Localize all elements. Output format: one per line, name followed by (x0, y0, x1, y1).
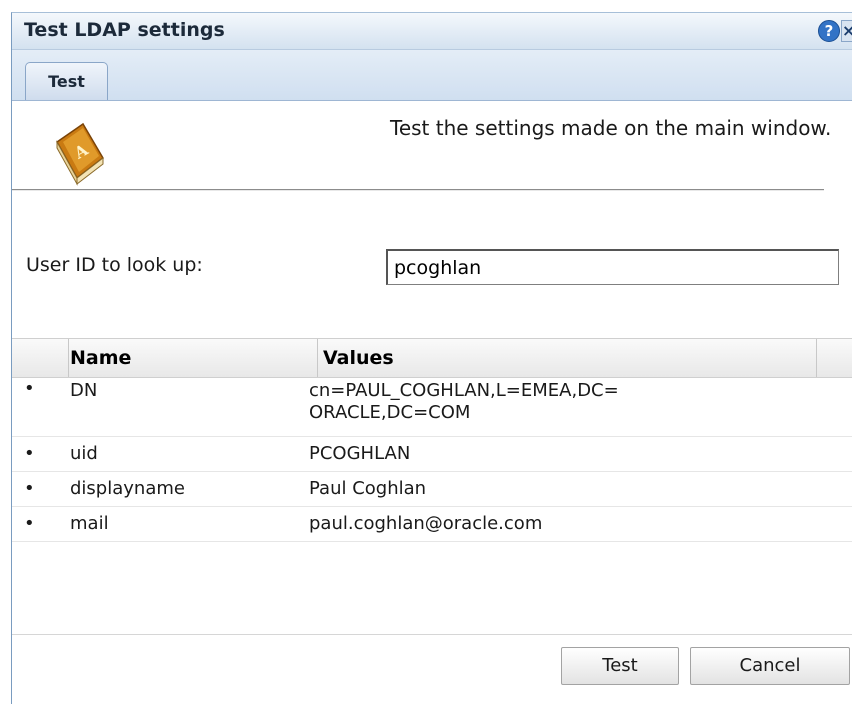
user-id-label: User ID to look up: (26, 254, 203, 276)
row-bullet: • (24, 443, 35, 464)
row-name: uid (70, 443, 98, 464)
cancel-button[interactable]: Cancel (690, 647, 850, 685)
footer-divider (12, 634, 852, 635)
close-icon[interactable]: × (841, 20, 852, 42)
table-row[interactable]: • mail paul.coghlan@oracle.com (12, 507, 852, 542)
row-value: PCOGHLAN (309, 443, 411, 464)
row-name: DN (70, 380, 98, 401)
row-bullet: • (24, 513, 35, 534)
description-text: Test the settings made on the main windo… (390, 116, 832, 140)
column-separator (317, 339, 318, 377)
results-table: Name Values • DN cn=PAUL_COGHLAN,L=EMEA,… (12, 338, 852, 542)
row-bullet: • (24, 478, 35, 499)
table-header: Name Values (12, 338, 852, 378)
column-header-values[interactable]: Values (323, 347, 394, 369)
tab-strip: Test (12, 50, 852, 101)
row-value: Paul Coghlan (309, 478, 427, 499)
row-name: displayname (70, 478, 185, 499)
column-separator (68, 339, 69, 377)
row-bullet: • (24, 378, 35, 399)
ldap-dialog: Test LDAP settings ? × Test A Test the s… (11, 12, 852, 704)
row-value: cn=PAUL_COGHLAN,L=EMEA,DC= ORACLE,DC=COM (309, 380, 619, 423)
table-row[interactable]: • uid PCOGHLAN (12, 437, 852, 472)
user-id-input[interactable] (386, 249, 839, 285)
dialog-title: Test LDAP settings (24, 19, 225, 41)
row-value: paul.coghlan@oracle.com (309, 513, 543, 534)
table-row[interactable]: • DN cn=PAUL_COGHLAN,L=EMEA,DC= ORACLE,D… (12, 378, 852, 437)
titlebar[interactable]: Test LDAP settings ? × (12, 13, 852, 50)
row-name: mail (70, 513, 109, 534)
tab-test[interactable]: Test (25, 62, 108, 100)
test-button[interactable]: Test (561, 647, 679, 685)
address-book-icon: A (56, 122, 104, 186)
column-header-name[interactable]: Name (70, 347, 131, 369)
help-icon[interactable]: ? (818, 20, 840, 42)
column-separator (816, 339, 817, 377)
divider (12, 189, 824, 191)
table-row[interactable]: • displayname Paul Coghlan (12, 472, 852, 507)
